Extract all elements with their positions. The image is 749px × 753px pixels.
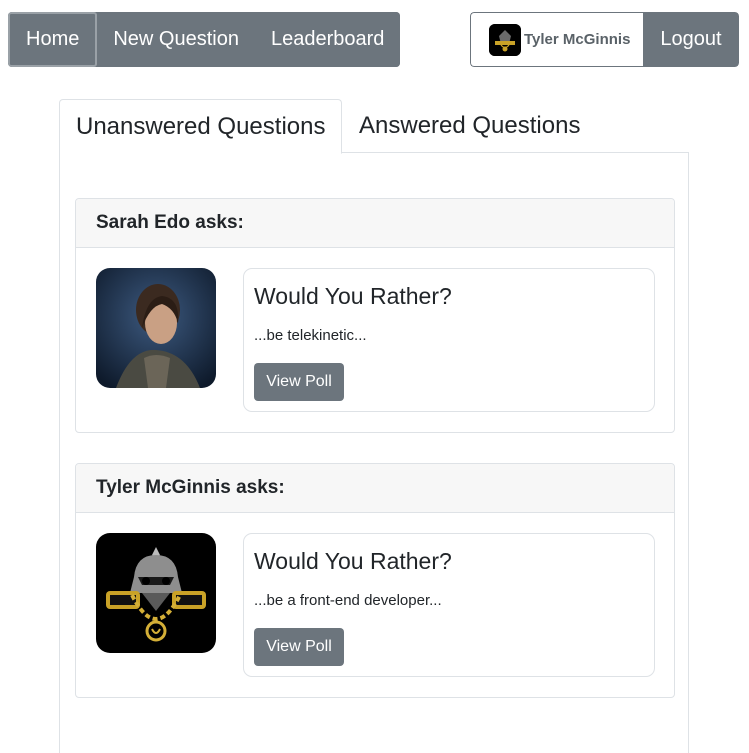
poll-option-preview: ...be telekinetic...: [254, 327, 367, 344]
nav-leaderboard-button[interactable]: Leaderboard: [254, 12, 401, 67]
user-avatar: [489, 23, 521, 56]
poll-title: Would You Rather?: [254, 548, 452, 574]
nav-new-question-button[interactable]: New Question: [97, 12, 255, 67]
view-poll-button[interactable]: View Poll: [254, 363, 344, 401]
poll-preview: Would You Rather? ...be a front-end deve…: [243, 533, 655, 677]
question-tabs: Unanswered Questions Answered Questions: [59, 99, 689, 154]
question-asker: Sarah Edo asks:: [76, 199, 674, 248]
user-nav: Tyler McGinnis Logout: [470, 12, 739, 67]
view-poll-button[interactable]: View Poll: [254, 628, 344, 666]
author-avatar: [96, 533, 216, 653]
current-user-chip: Tyler McGinnis: [470, 12, 643, 67]
logout-button[interactable]: Logout: [643, 12, 739, 67]
main-nav: Home New Question Leaderboard: [8, 12, 401, 67]
nav-home-button[interactable]: Home: [8, 12, 98, 67]
tab-answered[interactable]: Answered Questions: [359, 99, 580, 153]
poll-option-preview: ...be a front-end developer...: [254, 592, 442, 609]
poll-title: Would You Rather?: [254, 283, 452, 309]
question-asker: Tyler McGinnis asks:: [76, 464, 674, 513]
author-avatar: [96, 268, 216, 388]
question-card: Sarah Edo asks: Would You Rather? ...be …: [75, 198, 675, 433]
question-card: Tyler McGinnis asks: Would You Rather? .…: [75, 463, 675, 698]
poll-preview: Would You Rather? ...be telekinetic... V…: [243, 268, 655, 412]
tab-unanswered[interactable]: Unanswered Questions: [59, 99, 342, 154]
user-name: Tyler McGinnis: [524, 31, 631, 48]
